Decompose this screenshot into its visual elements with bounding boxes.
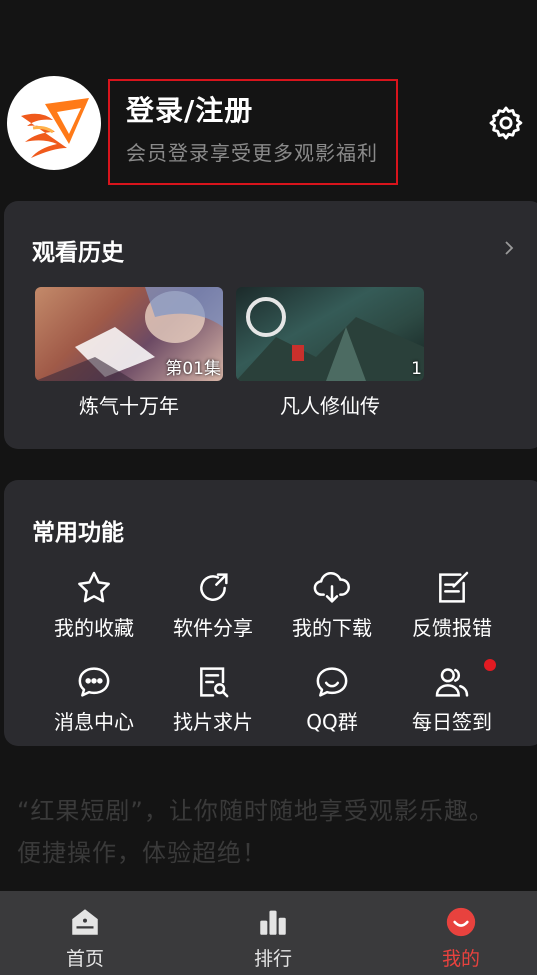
message-center-button[interactable]: 消息中心 [34, 662, 154, 742]
app-logo-avatar[interactable] [7, 76, 101, 170]
common-functions-title: 常用功能 [32, 520, 124, 546]
settings-gear-icon[interactable] [487, 104, 525, 142]
function-label: 消息中心 [54, 710, 134, 734]
chat-icon [312, 662, 352, 702]
tab-ranking[interactable]: 排行 [213, 891, 333, 975]
app-logo-icon [21, 98, 89, 158]
home-icon [68, 905, 102, 939]
slogan-text: “红果短剧”，让你随时随地享受观影乐趣。便捷操作，体验超绝！ [17, 797, 494, 867]
users-icon [432, 662, 472, 702]
message-icon [74, 662, 114, 702]
episode-label: 1 [411, 359, 422, 379]
function-label: 软件分享 [173, 616, 253, 640]
downloads-button[interactable]: 我的下载 [272, 568, 392, 648]
share-icon [193, 568, 233, 608]
cloud-download-icon [312, 568, 352, 608]
function-label: 找片求片 [173, 710, 253, 734]
function-label: 我的下载 [292, 616, 372, 640]
episode-label: 第01集 [165, 359, 221, 379]
chevron-right-icon[interactable] [503, 240, 515, 256]
tab-home[interactable]: 首页 [25, 891, 145, 975]
notification-dot [484, 659, 496, 671]
bottom-tab-bar: 首页 排行 我的 [0, 891, 537, 975]
request-movie-button[interactable]: 找片求片 [153, 662, 273, 742]
login-register-button[interactable]: 登录/注册 会员登录享受更多观影福利 [108, 79, 398, 185]
favorites-button[interactable]: 我的收藏 [34, 568, 154, 648]
document-search-icon [193, 662, 233, 702]
history-thumbnail[interactable]: 1 [236, 287, 424, 381]
watch-history-title: 观看历史 [32, 240, 124, 266]
poster-image [236, 297, 424, 381]
star-icon [74, 568, 114, 608]
feedback-button[interactable]: 反馈报错 [392, 568, 512, 648]
share-app-button[interactable]: 软件分享 [153, 568, 273, 648]
function-label: 我的收藏 [54, 616, 134, 640]
history-thumbnail[interactable]: 第01集 [35, 287, 223, 381]
login-title: 登录/注册 [126, 94, 254, 127]
function-label: 反馈报错 [412, 616, 492, 640]
daily-checkin-button[interactable]: 每日签到 [392, 662, 512, 742]
history-title[interactable]: 凡人修仙传 [236, 390, 424, 419]
history-title[interactable]: 炼气十万年 [35, 390, 223, 419]
tab-label: 我的 [441, 948, 480, 970]
login-subtitle: 会员登录享受更多观影福利 [126, 141, 378, 165]
ranking-icon [256, 905, 290, 939]
qq-group-button[interactable]: QQ群 [272, 662, 392, 742]
edit-icon [432, 568, 472, 608]
tab-label: 首页 [65, 948, 104, 970]
tab-label: 排行 [253, 948, 292, 970]
function-label: QQ群 [306, 710, 358, 734]
smile-icon [444, 905, 478, 939]
function-label: 每日签到 [412, 710, 492, 734]
tab-mine[interactable]: 我的 [401, 891, 521, 975]
status-bar [0, 0, 537, 20]
